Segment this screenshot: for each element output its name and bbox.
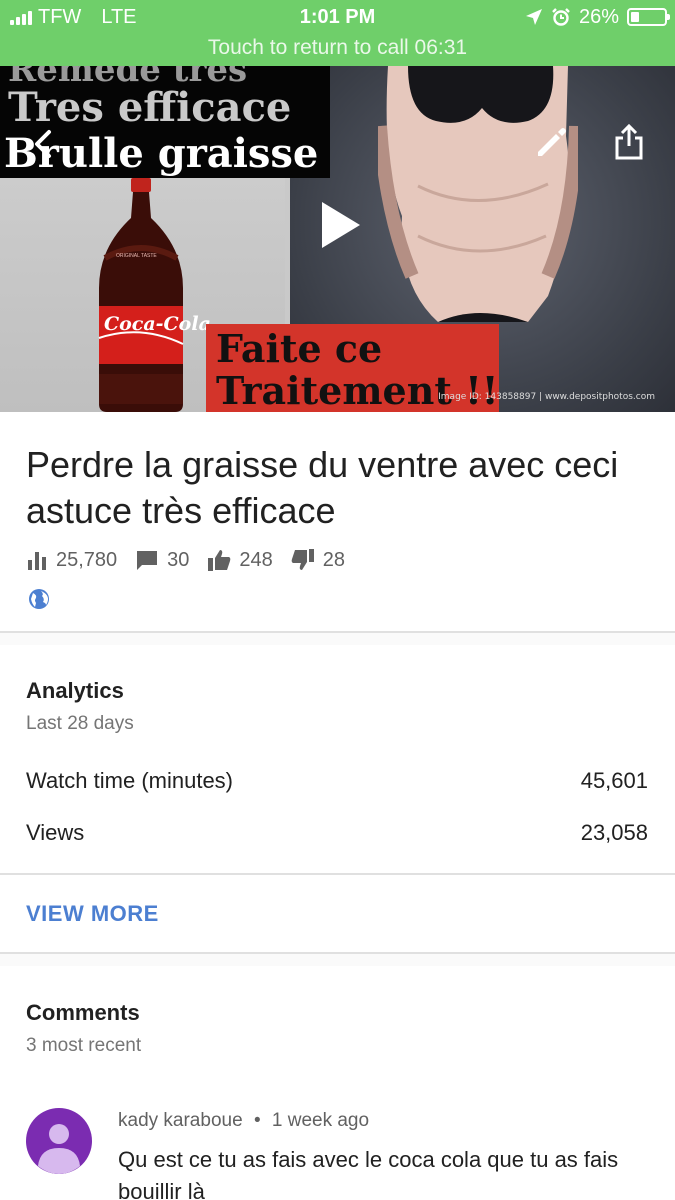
dislikes-count: 28	[322, 548, 346, 571]
thumbs-up-icon	[208, 550, 231, 571]
red-banner-line-1: Faite ce	[216, 326, 383, 371]
status-right: 26%	[525, 5, 670, 29]
torso-image	[378, 66, 578, 322]
stat-dislikes: 28	[291, 549, 345, 572]
share-icon[interactable]	[612, 122, 646, 162]
metric-row-views: Views 23,058	[26, 820, 648, 846]
globe-icon	[29, 589, 49, 609]
return-to-call-banner[interactable]: Touch to return to call 06:31	[0, 33, 675, 66]
soda-bottle-image	[98, 178, 184, 412]
stat-views: 25,780	[26, 549, 117, 572]
analytics-title: Analytics	[26, 678, 124, 703]
battery-icon	[627, 8, 670, 26]
avatar[interactable]	[26, 1108, 92, 1174]
metric-value: 23,058	[580, 820, 648, 845]
comment-time: 1 week ago	[271, 1110, 370, 1131]
thumbnail-title-overlay: Remede très Tres efficace Brulle graisse	[0, 66, 330, 178]
edit-pencil-icon[interactable]	[534, 126, 568, 160]
bottle-label: Coca-Cola	[104, 313, 211, 335]
overlay-line-2: Tres efficace	[8, 84, 292, 131]
comments-count: 30	[167, 548, 190, 571]
video-thumbnail[interactable]: Coca-Cola ORIGINAL TASTE Remede très Tre…	[0, 66, 675, 412]
bar-chart-icon	[28, 552, 46, 570]
video-stats: 25,780 30 248 28	[26, 546, 363, 574]
analytics-period: Last 28 days	[26, 713, 134, 734]
stat-comments: 30	[135, 549, 189, 572]
play-icon[interactable]	[318, 200, 362, 250]
section-gap	[0, 633, 675, 645]
thumbnail-watermark: Image ID: 143858897 | www.depositphotos.…	[438, 392, 655, 402]
comment-meta: kady karaboue • 1 week ago	[118, 1110, 369, 1132]
comments-subtitle: 3 most recent	[26, 1035, 142, 1056]
comment-author[interactable]: kady karaboue	[118, 1110, 243, 1131]
comment-icon	[137, 551, 158, 570]
back-arrow-icon[interactable]	[28, 128, 60, 160]
stat-likes: 248	[207, 548, 273, 572]
metric-row-watch-time: Watch time (minutes) 45,601	[26, 768, 648, 794]
likes-count: 248	[239, 548, 273, 571]
alarm-icon	[552, 8, 570, 26]
red-banner-line-2: Traitement !!	[216, 368, 499, 412]
status-bar: TFW LTE 1:01 PM 26%	[0, 0, 675, 33]
location-arrow-icon	[525, 9, 542, 25]
section-gap	[0, 954, 675, 966]
thumbs-down-icon	[291, 549, 314, 570]
views-count: 25,780	[56, 548, 118, 571]
comment-text: Qu est ce tu as fais avec le coca cola q…	[118, 1147, 619, 1200]
comments-title: Comments	[26, 1000, 140, 1025]
view-more-button[interactable]: VIEW MORE	[26, 901, 159, 927]
video-title: Perdre la graisse du ventre avec ceci as…	[26, 444, 619, 531]
metric-label: Views	[26, 820, 85, 845]
divider	[0, 873, 675, 875]
metric-value: 45,601	[580, 768, 648, 793]
battery-percent: 26%	[578, 5, 619, 28]
bottle-small-label: ORIGINAL TASTE	[116, 253, 157, 259]
metric-label: Watch time (minutes)	[26, 768, 234, 793]
default-user-icon	[38, 1124, 80, 1174]
battery-fill	[631, 12, 639, 22]
meta-separator: •	[253, 1110, 261, 1131]
